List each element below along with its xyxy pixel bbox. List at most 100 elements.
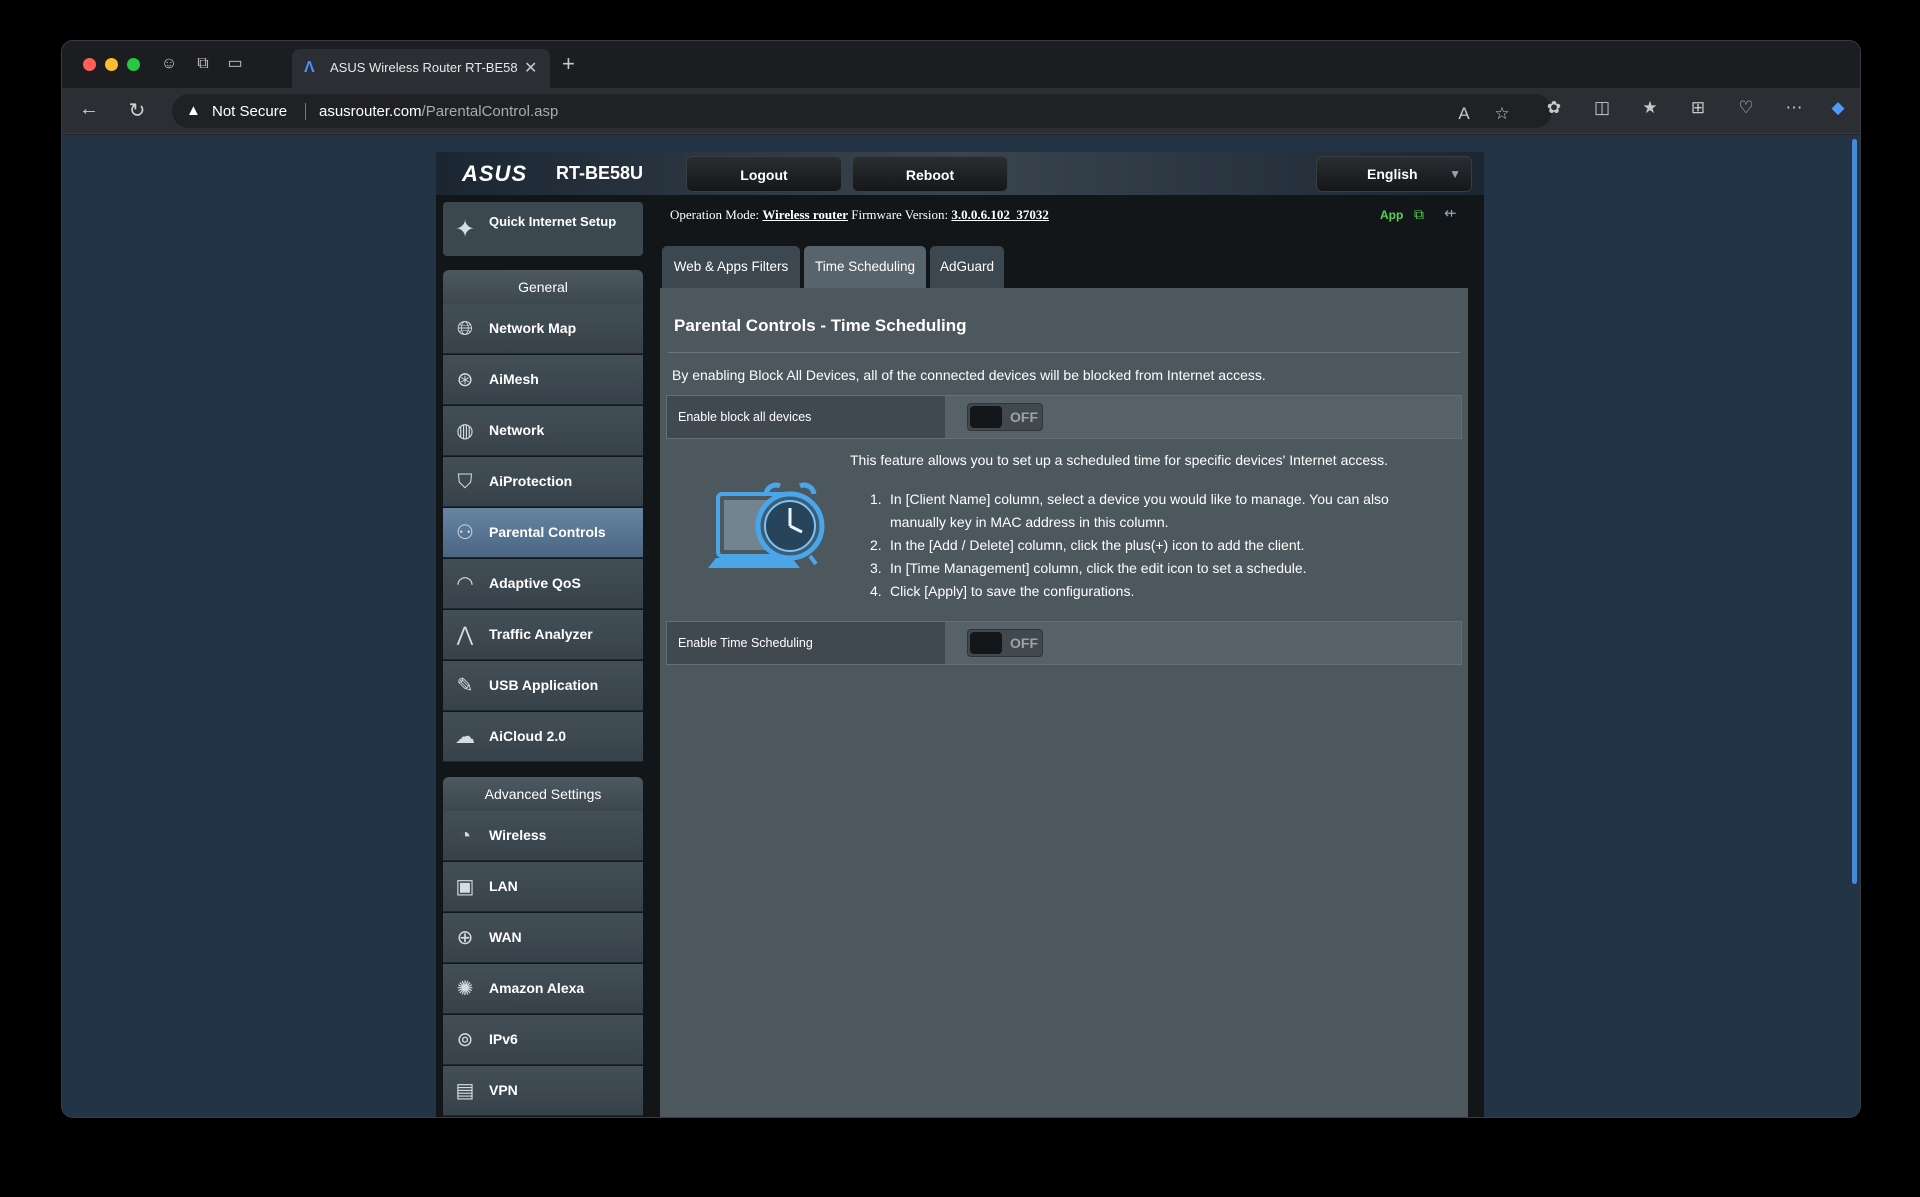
logout-button[interactable]: Logout <box>686 156 842 192</box>
general-heading: General <box>443 270 643 304</box>
block-description: By enabling Block All Devices, all of th… <box>672 367 1266 383</box>
globe-icon: ⊕ <box>456 927 474 949</box>
reload-icon[interactable]: ↻ <box>124 98 150 123</box>
toggle-knob <box>970 406 1002 428</box>
router-header: ASUS RT-BE58U Logout Reboot English ▼ <box>436 152 1484 195</box>
browser-essentials-icon[interactable]: ♡ <box>1734 98 1758 118</box>
url-text[interactable]: asusrouter.com/ParentalControl.asp <box>319 103 558 120</box>
sidebar-item-label: Amazon Alexa <box>489 980 585 996</box>
page-viewport: ASUS RT-BE58U Logout Reboot English ▼ Op… <box>62 135 1860 1117</box>
sidebar-item-label: Network Map <box>489 320 577 336</box>
sidebar-item-label: VPN <box>489 1082 518 1098</box>
opmode-link[interactable]: Wireless router <box>762 207 848 222</box>
step-text: Click [Apply] to save the configurations… <box>890 583 1135 599</box>
block-all-devices-label: Enable block all devices <box>667 396 945 438</box>
sidebar-item-network-map[interactable]: 🌐︎ Network Map <box>443 304 643 354</box>
sidebar-item-adaptive-qos[interactable]: ◠ Adaptive QoS <box>443 559 643 609</box>
favorite-star-icon[interactable]: ☆ <box>1490 104 1514 124</box>
extensions-icon[interactable]: ✿ <box>1542 98 1566 118</box>
family-icon: ⚇ <box>456 522 474 544</box>
asus-logo: ASUS <box>462 161 528 186</box>
split-screen-icon[interactable]: ◫ <box>1590 98 1614 118</box>
network-icon: ◍ <box>456 420 474 442</box>
workspaces-icon[interactable]: ⧉ <box>192 53 214 75</box>
router-page: ASUS RT-BE58U Logout Reboot English ▼ Op… <box>436 152 1484 1117</box>
sidebar-item-label: LAN <box>489 878 518 894</box>
sidebar-item-label: Adaptive QoS <box>489 575 581 591</box>
tab-adguard[interactable]: AdGuard <box>930 246 1004 288</box>
sidebar-item-wireless[interactable]: ◔ Wireless <box>443 811 643 861</box>
browser-tab[interactable]: Λ ASUS Wireless Router RT-BE58U ✕ <box>292 49 550 88</box>
vpn-icon: ▤ <box>455 1080 475 1102</box>
quick-internet-setup-button[interactable]: ✦ Quick Internet Setup <box>443 202 643 256</box>
tab-title: ASUS Wireless Router RT-BE58U <box>330 60 518 75</box>
block-all-devices-toggle[interactable]: OFF <box>967 403 1043 431</box>
tab-web-apps-filters[interactable]: Web & Apps Filters <box>662 246 800 288</box>
reboot-button[interactable]: Reboot <box>852 156 1008 192</box>
usb-status-icon[interactable]: ⇷ <box>1444 204 1457 222</box>
more-menu-icon[interactable]: ⋯ <box>1782 98 1806 118</box>
sidebar-item-ipv6[interactable]: ⊚ IPv6 <box>443 1015 643 1065</box>
language-select[interactable]: English ▼ <box>1316 156 1472 192</box>
ipv6-icon: ⊚ <box>456 1029 474 1051</box>
step-text: In the [Add / Delete] column, click the … <box>890 537 1305 553</box>
minimize-window-button[interactable] <box>105 58 118 71</box>
firmware-label: Firmware Version: <box>851 207 949 222</box>
back-arrow-icon[interactable]: ← <box>76 98 102 121</box>
firmware-link[interactable]: 3.0.0.6.102_37032 <box>951 207 1049 222</box>
app-label[interactable]: App <box>1380 208 1403 222</box>
sidebar-item-label: Wireless <box>489 827 547 843</box>
block-all-devices-row: Enable block all devices OFF <box>666 395 1462 439</box>
time-scheduling-toggle[interactable]: OFF <box>967 629 1043 657</box>
tab-close-icon[interactable]: ✕ <box>524 58 537 78</box>
url-path: /ParentalControl.asp <box>421 103 559 120</box>
sidebar-item-label: WAN <box>489 929 522 945</box>
advanced-settings-heading: Advanced Settings <box>443 777 643 811</box>
feature-intro: This feature allows you to set up a sche… <box>850 452 1389 468</box>
sidebar-item-wan[interactable]: ⊕ WAN <box>443 913 643 963</box>
globe-map-icon: 🌐︎ <box>457 318 473 340</box>
sidebar-item-network[interactable]: ◍ Network <box>443 406 643 456</box>
sidebar-item-label: AiProtection <box>489 473 573 489</box>
page-scrollbar[interactable] <box>1852 139 1857 884</box>
sidebar-item-vpn[interactable]: ▤ VPN <box>443 1066 643 1116</box>
sidebar-item-aimesh[interactable]: ⊛ AiMesh <box>443 355 643 405</box>
sidebar-item-usb-application[interactable]: ✎ USB Application <box>443 661 643 711</box>
app-device-icon[interactable]: ⧉ <box>1414 206 1424 223</box>
sidebar-item-parental-controls[interactable]: ⚇ Parental Controls <box>443 508 643 558</box>
sidebar-item-lan[interactable]: ▣ LAN <box>443 862 643 912</box>
url-field[interactable]: ▲ Not Secure asusrouter.com/ParentalCont… <box>172 94 1552 128</box>
cloud-icon: ☁ <box>455 726 475 748</box>
close-window-button[interactable] <box>83 58 96 71</box>
read-aloud-icon[interactable]: A <box>1452 104 1476 124</box>
favorites-icon[interactable]: ★ <box>1638 98 1662 118</box>
maximize-window-button[interactable] <box>127 58 140 71</box>
router-model: RT-BE58U <box>556 163 644 183</box>
new-tab-icon[interactable]: + <box>562 51 575 77</box>
toggle-knob <box>970 632 1002 654</box>
tab-actions-icon[interactable]: ▭ <box>224 53 246 75</box>
alexa-icon: ✺ <box>456 978 474 1000</box>
toggle-state: OFF <box>1010 409 1038 425</box>
chevron-down-icon: ▼ <box>1449 167 1461 181</box>
step-text: In [Time Management] column, click the e… <box>890 560 1307 576</box>
toggle-state: OFF <box>1010 635 1038 651</box>
copilot-icon[interactable]: ◆ <box>1826 98 1850 118</box>
tab-bar: ☺ ⧉ ▭ Λ ASUS Wireless Router RT-BE58U ✕ … <box>62 41 1860 88</box>
profile-avatar-icon[interactable]: ☺ <box>158 53 180 75</box>
shield-lock-icon: ⛉ <box>457 471 473 493</box>
sidebar-item-aiprotection[interactable]: ⛉ AiProtection <box>443 457 643 507</box>
tab-time-scheduling[interactable]: Time Scheduling <box>804 246 926 288</box>
collections-icon[interactable]: ⊞ <box>1686 98 1710 118</box>
step-text: In [Client Name] column, select a device… <box>890 491 1389 530</box>
sidebar-item-traffic-analyzer[interactable]: ⋀ Traffic Analyzer <box>443 610 643 660</box>
sidebar-item-amazon-alexa[interactable]: ✺ Amazon Alexa <box>443 964 643 1014</box>
sidebar-item-aicloud[interactable]: ☁ AiCloud 2.0 <box>443 712 643 762</box>
url-separator <box>305 103 306 120</box>
page-title: Parental Controls - Time Scheduling <box>674 316 967 335</box>
wizard-icon: ✦ <box>454 216 476 243</box>
address-bar: ← ↻ ▲ Not Secure asusrouter.com/Parental… <box>62 88 1860 134</box>
list-item: 1. In [Client Name] column, select a devi… <box>870 491 1389 530</box>
not-secure-label[interactable]: Not Secure <box>212 103 287 120</box>
sidebar-item-label: IPv6 <box>489 1031 518 1047</box>
